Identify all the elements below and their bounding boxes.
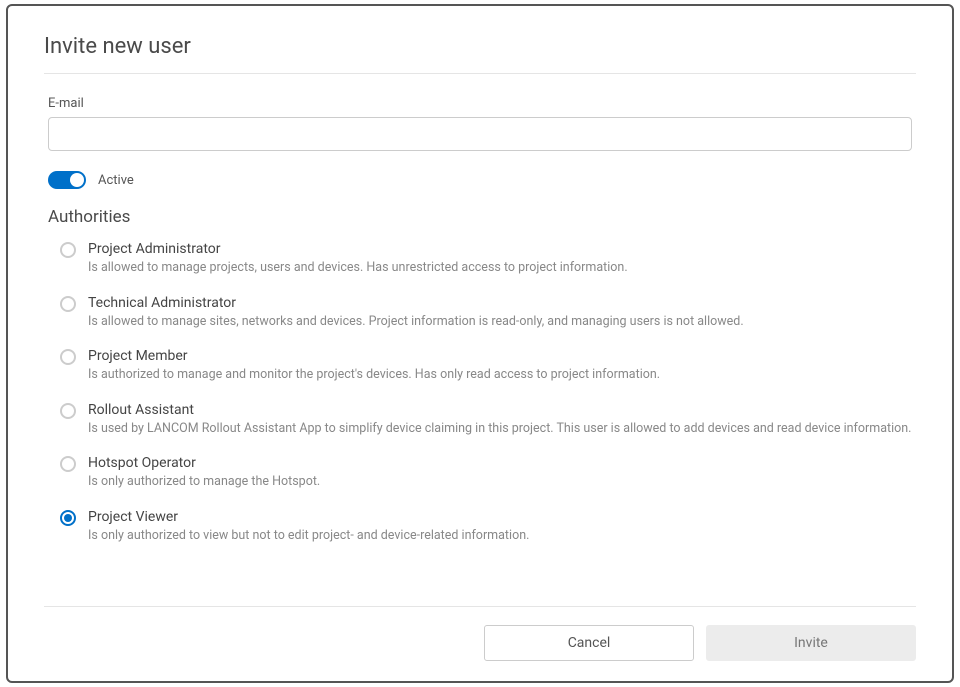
active-toggle-row: Active xyxy=(48,171,912,189)
active-toggle-label: Active xyxy=(98,173,134,188)
radio-icon xyxy=(60,296,76,312)
authorities-list: Project Administrator Is allowed to manag… xyxy=(48,241,912,544)
authority-text: Technical Administrator Is allowed to man… xyxy=(88,295,744,331)
authority-title: Rollout Assistant xyxy=(88,402,911,418)
active-toggle[interactable] xyxy=(48,171,86,189)
authority-text: Project Member Is authorized to manage an… xyxy=(88,348,660,384)
radio-icon xyxy=(60,242,76,258)
authority-title: Project Viewer xyxy=(88,509,529,525)
email-label: E-mail xyxy=(48,96,912,111)
modal-body: E-mail Active Authorities Project Admini… xyxy=(44,74,916,588)
authority-text: Project Administrator Is allowed to manag… xyxy=(88,241,628,277)
invite-button[interactable]: Invite xyxy=(706,625,916,661)
authority-title: Hotspot Operator xyxy=(88,455,320,471)
authority-desc: Is only authorized to view but not to ed… xyxy=(88,527,529,545)
authority-desc: Is only authorized to manage the Hotspot… xyxy=(88,473,320,491)
radio-icon xyxy=(60,456,76,472)
authority-option[interactable]: Rollout Assistant Is used by LANCOM Rollo… xyxy=(60,402,912,438)
radio-icon xyxy=(60,349,76,365)
toggle-knob xyxy=(70,173,84,187)
radio-icon xyxy=(60,510,76,526)
authority-option[interactable]: Project Member Is authorized to manage an… xyxy=(60,348,912,384)
cancel-button[interactable]: Cancel xyxy=(484,625,694,661)
invite-user-modal: Invite new user E-mail Active Authoritie… xyxy=(6,4,954,683)
authority-desc: Is authorized to manage and monitor the … xyxy=(88,366,660,384)
email-input[interactable] xyxy=(48,117,912,151)
radio-dot-icon xyxy=(64,514,72,522)
authorities-title: Authorities xyxy=(48,207,912,227)
radio-icon xyxy=(60,403,76,419)
authority-title: Project Administrator xyxy=(88,241,628,257)
authority-text: Hotspot Operator Is only authorized to ma… xyxy=(88,455,320,491)
authority-text: Project Viewer Is only authorized to view… xyxy=(88,509,529,545)
modal-footer: Cancel Invite xyxy=(44,606,916,661)
authority-title: Technical Administrator xyxy=(88,295,744,311)
authority-option[interactable]: Project Administrator Is allowed to manag… xyxy=(60,241,912,277)
authority-desc: Is used by LANCOM Rollout Assistant App … xyxy=(88,420,911,438)
authority-title: Project Member xyxy=(88,348,660,364)
authority-option[interactable]: Hotspot Operator Is only authorized to ma… xyxy=(60,455,912,491)
modal-title: Invite new user xyxy=(44,34,916,59)
authority-desc: Is allowed to manage sites, networks and… xyxy=(88,313,744,331)
authority-option[interactable]: Project Viewer Is only authorized to view… xyxy=(60,509,912,545)
authority-desc: Is allowed to manage projects, users and… xyxy=(88,259,628,277)
authority-text: Rollout Assistant Is used by LANCOM Rollo… xyxy=(88,402,911,438)
authority-option[interactable]: Technical Administrator Is allowed to man… xyxy=(60,295,912,331)
